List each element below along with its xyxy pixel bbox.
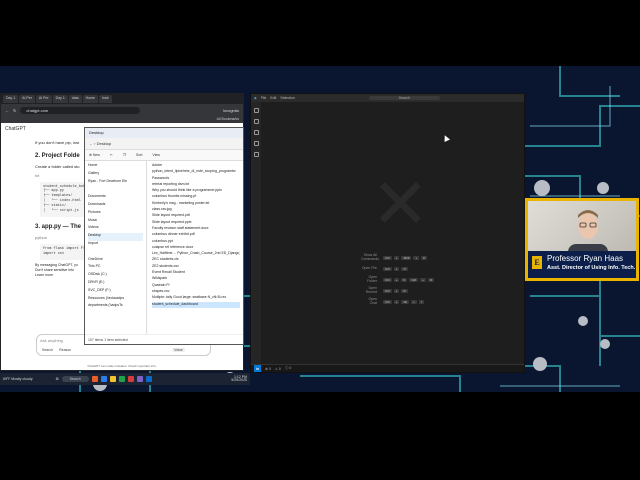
letterbox-bottom (0, 392, 640, 480)
incognito-badge[interactable]: Incognito (223, 108, 239, 113)
nav-item[interactable]: DRVR (E:) (88, 280, 143, 288)
chat-disclaimer: ChatGPT can make mistakes. Check importa… (87, 364, 157, 368)
vscode-icon[interactable] (145, 376, 152, 382)
file-explorer-window[interactable]: Desktop ← › Desktop ⊕ New ✂ ❐ Sort View … (84, 127, 244, 345)
nav-item[interactable]: SVC_DEP (F:) (88, 288, 143, 296)
tab-strip: Day 1 AI Per AI Per Day 1 data Home Inst… (1, 94, 243, 104)
nav-item[interactable]: Import (88, 241, 143, 249)
view-button[interactable]: View (152, 153, 160, 157)
app-icon[interactable] (100, 376, 107, 382)
run-debug-icon[interactable] (253, 141, 259, 146)
app-icon[interactable] (127, 376, 134, 382)
app-icon[interactable] (118, 376, 125, 382)
activity-bar (251, 102, 261, 364)
menu-file[interactable]: File (261, 96, 267, 100)
voice-button[interactable]: Voice (172, 348, 185, 352)
url-field[interactable]: chatgpt.com (20, 106, 141, 114)
app-icon[interactable] (91, 376, 98, 382)
nav-item[interactable]: OneDrive (88, 257, 143, 265)
app-icon[interactable] (136, 376, 143, 382)
nav-item[interactable]: Home (88, 163, 143, 171)
reason-button[interactable]: Reason (59, 348, 71, 352)
browser-tab[interactable]: Home (82, 95, 98, 103)
shortcut-row: Show All Commands Ctrl + Shift + P (361, 252, 428, 261)
shortcut-list: Show All Commands Ctrl + Shift + P Open File C… (361, 252, 436, 307)
search-icon[interactable] (253, 119, 259, 124)
new-button[interactable]: ⊕ New (89, 153, 100, 157)
browser-tab[interactable]: Instr (98, 95, 112, 103)
webcam-overlay: E Professor Ryan Haas Asst. Director of … (525, 198, 639, 281)
reload-icon[interactable]: ↻ (13, 108, 16, 113)
nav-item[interactable]: Videos (88, 225, 143, 233)
explorer-command-bar: ⊕ New ✂ ❐ Sort View (85, 150, 243, 161)
nav-item[interactable]: Resources (\\educadps (88, 296, 143, 304)
command-search[interactable]: Search (368, 96, 440, 100)
university-logo: E (532, 256, 542, 269)
nav-item[interactable]: Documents (88, 194, 143, 202)
explorer-status: 107 items 1 item selected (85, 334, 243, 344)
vscode-titlebar: ◆ File Edit Selection Search (251, 94, 524, 102)
browser-tab[interactable]: AI Per (19, 95, 35, 103)
source-control-icon[interactable] (253, 130, 259, 135)
file-item-selected[interactable]: student_schedule_dashboard (152, 301, 240, 308)
info-count[interactable]: ⓘ 0 (285, 366, 291, 371)
explorer-icon[interactable] (253, 108, 259, 113)
browser-tab[interactable]: AI Per (35, 95, 52, 103)
nav-item[interactable]: Downloads (88, 202, 143, 210)
menu-edit[interactable]: Edit (270, 96, 276, 100)
nav-item[interactable]: departments (\\adpsTs (88, 303, 143, 311)
menu-selection[interactable]: Selection (280, 96, 294, 100)
nav-item (88, 249, 143, 257)
browser-tab[interactable]: Day 1 (3, 95, 19, 103)
file-list: Adobe python_intent_llpixelnhe_dl_note_s… (149, 161, 243, 334)
name-banner: E Professor Ryan Haas Asst. Director of … (528, 251, 636, 278)
nav-item[interactable]: Pictures (88, 210, 143, 218)
extensions-icon[interactable] (253, 152, 259, 157)
copy-icon[interactable]: ❐ (123, 153, 126, 157)
letterbox-top (0, 0, 640, 66)
explorer-path[interactable]: Desktop (97, 141, 112, 146)
errors-count[interactable]: ⊗ 0 (265, 367, 271, 371)
all-bookmarks-link[interactable]: All Bookmarks (217, 117, 239, 121)
nav-item[interactable]: This PC (88, 264, 143, 272)
remote-indicator-icon[interactable]: ⇆ (254, 365, 261, 372)
explorer-address-bar: ← › Desktop (85, 138, 243, 150)
search-button[interactable]: Search (42, 348, 53, 352)
presenter-name: Professor Ryan Haas (547, 254, 624, 263)
vscode-status-bar: ⇆ ⊗ 0 ⚠ 0 ⓘ 0 (251, 364, 524, 372)
warnings-count[interactable]: ⚠ 0 (275, 367, 281, 371)
presenter-title: Asst. Director of Using Info. Tech. (547, 265, 636, 271)
cut-icon[interactable]: ✂ (110, 153, 113, 157)
taskbar: 69°F Mostly cloudy ⊞ Search 1:12 PM 5/29/… (0, 373, 250, 385)
shortcut-row: Open Recent Ctrl + R (365, 285, 408, 294)
clock[interactable]: 1:12 PM 5/29/2025 (231, 375, 247, 383)
back-icon[interactable]: ← (5, 108, 9, 113)
address-bar-row: ← ↻ chatgpt.com Incognito (1, 104, 243, 116)
shortcut-row: Open Chat Ctrl + Alt + I (368, 296, 424, 305)
sort-button[interactable]: Sort (136, 153, 142, 157)
nav-item[interactable]: Ryan - Fort Dearborn Ele (88, 179, 143, 187)
nav-item[interactable]: Gallery (88, 171, 143, 179)
browser-tab[interactable]: Day 1 (52, 95, 68, 103)
taskbar-search[interactable]: Search (61, 376, 89, 382)
vscode-window[interactable]: ◆ File Edit Selection Search ✕ Show All … (250, 93, 525, 373)
chat-placeholder: Ask anything (40, 338, 63, 343)
back-icon[interactable]: ← (89, 141, 93, 146)
shortcut-row: Open Folder Ctrl + K Ctrl + O (367, 274, 435, 283)
folder-icon[interactable] (109, 376, 116, 382)
vscode-watermark-icon: ✕ (371, 165, 430, 243)
weather-widget[interactable]: 69°F Mostly cloudy (3, 377, 33, 381)
nav-item[interactable]: Desktop (88, 233, 143, 241)
bookmarks-bar: All Bookmarks (1, 116, 243, 123)
browser-tab[interactable]: data (68, 95, 82, 103)
start-icon[interactable]: ⊞ (56, 377, 59, 381)
navigation-pane: Home Gallery Ryan - Fort Dearborn Ele Do… (85, 161, 147, 334)
nav-item[interactable]: Music (88, 218, 143, 226)
nav-item (88, 186, 143, 194)
explorer-title: Desktop (85, 128, 243, 138)
shortcut-row: Open File Ctrl + O (361, 265, 408, 271)
nav-item[interactable]: OSDisk (C:) (88, 272, 143, 280)
vscode-logo-icon: ◆ (254, 96, 257, 100)
